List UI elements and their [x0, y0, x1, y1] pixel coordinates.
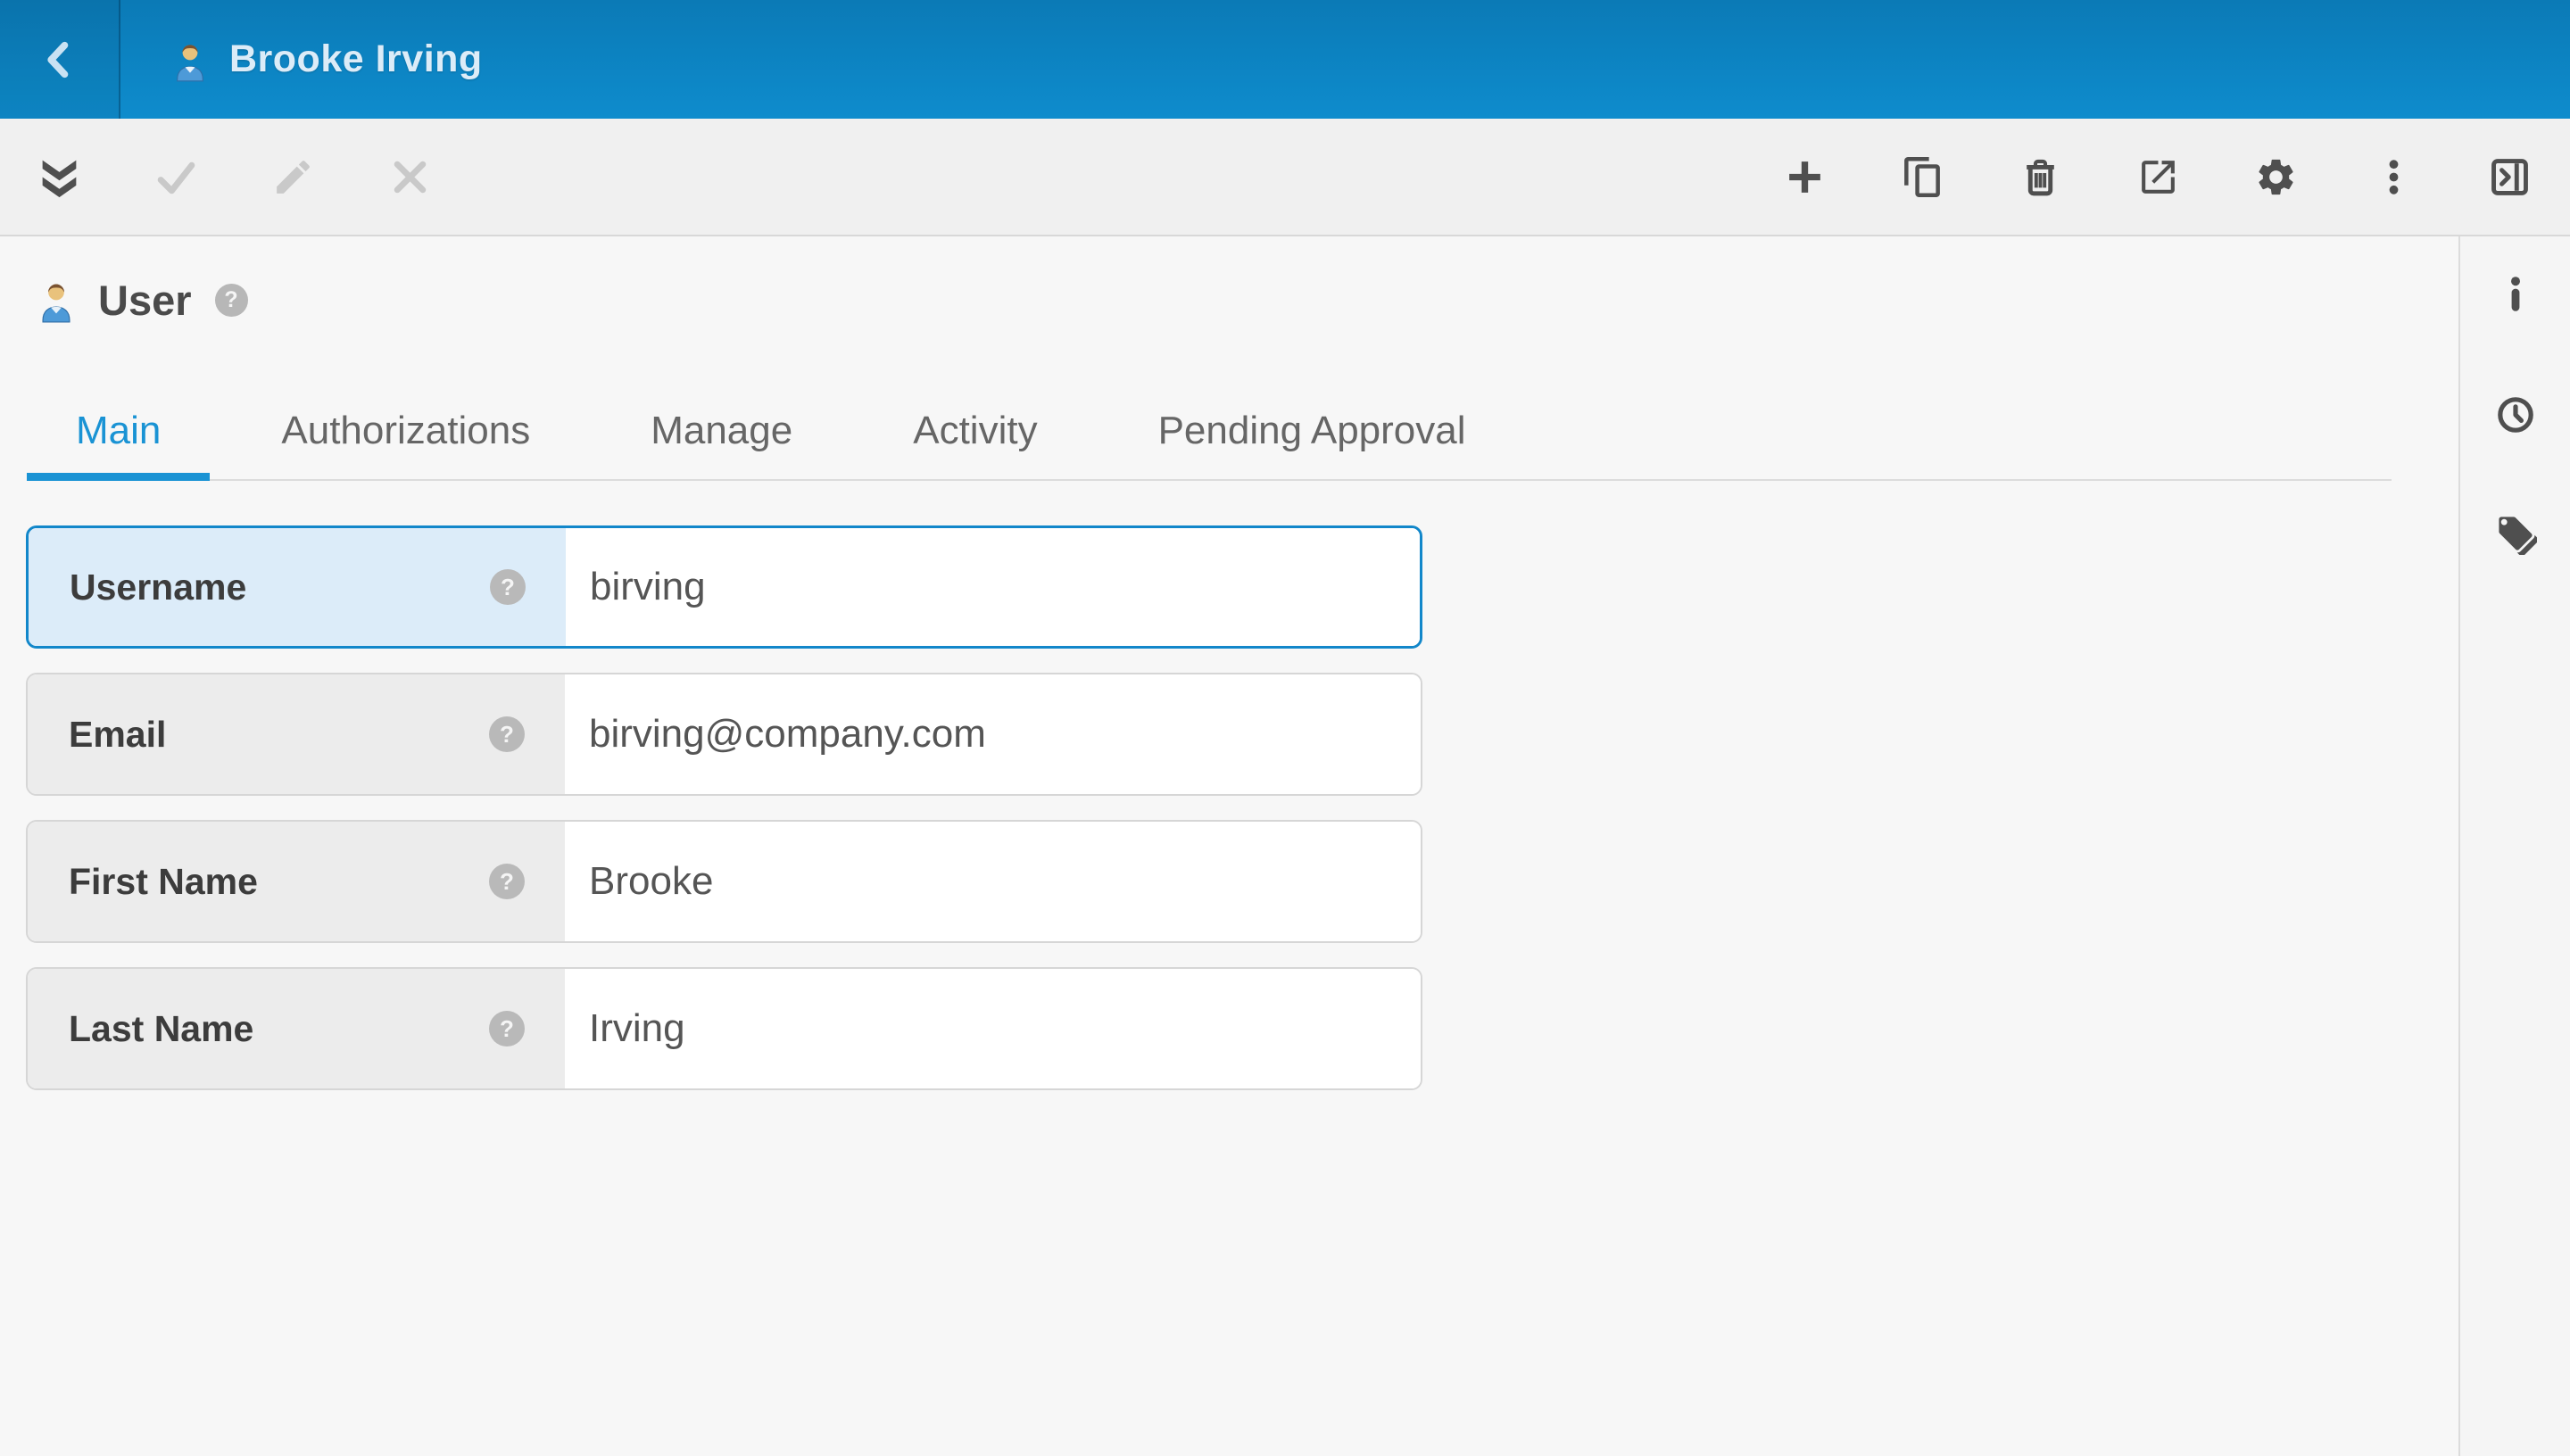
tags-icon [2494, 512, 2537, 555]
delete-button[interactable] [2013, 136, 2067, 217]
help-icon[interactable]: ? [489, 716, 525, 752]
field-label-email: Email ? [28, 674, 565, 794]
info-icon [2494, 273, 2537, 316]
save-check-button[interactable] [149, 136, 203, 217]
settings-icon [2254, 155, 2298, 199]
field-label-last-name: Last Name ? [28, 969, 565, 1088]
clock-icon [2494, 393, 2537, 436]
copy-button[interactable] [1895, 136, 1949, 217]
edit-icon [271, 155, 315, 199]
email-input[interactable] [565, 674, 1421, 795]
open-in-new-button[interactable] [2131, 136, 2184, 217]
delete-icon [2019, 155, 2062, 199]
expand-all-icon [37, 155, 81, 199]
action-toolbar [0, 119, 2570, 236]
open-in-new-icon [2136, 155, 2180, 199]
last-name-input[interactable] [565, 968, 1421, 1089]
title-bar: Brooke Irving [0, 0, 2570, 119]
add-button[interactable] [1778, 136, 1831, 217]
main-content: User ? Main Authorizations Manage Activi… [0, 236, 2457, 1456]
help-icon[interactable]: ? [490, 569, 526, 605]
field-row-email: Email ? [26, 673, 1422, 796]
cancel-button[interactable] [383, 136, 436, 217]
panel-toggle-icon [2488, 155, 2532, 199]
more-vertical-icon [2372, 155, 2416, 199]
field-label-text: Email [69, 714, 166, 756]
tab-manage[interactable]: Manage [601, 383, 841, 479]
field-row-username: Username ? [26, 525, 1422, 649]
field-label-text: Last Name [69, 1008, 253, 1050]
add-icon [1783, 155, 1827, 199]
tab-strip: Main Authorizations Manage Activity Pend… [27, 383, 2392, 481]
details-info-button[interactable] [2484, 263, 2547, 326]
user-avatar-icon [170, 37, 210, 82]
username-input[interactable] [566, 527, 1420, 647]
field-label-first-name: First Name ? [28, 822, 565, 941]
field-label-username: Username ? [29, 528, 566, 646]
help-icon[interactable]: ? [215, 284, 248, 317]
form-fields: Username ? Email ? First Name ? [26, 525, 1422, 1090]
toolbar-right-group [1778, 136, 2420, 217]
field-label-text: Username [70, 567, 246, 608]
history-button[interactable] [2484, 384, 2547, 446]
help-icon[interactable]: ? [489, 1011, 525, 1046]
user-avatar-icon [36, 277, 77, 323]
tab-main[interactable]: Main [27, 383, 210, 479]
object-header: User ? [36, 266, 2457, 334]
chevron-left-icon [37, 37, 83, 83]
page-title: Brooke Irving [229, 37, 483, 81]
edit-button[interactable] [266, 136, 319, 217]
back-button[interactable] [0, 0, 120, 119]
field-label-text: First Name [69, 861, 258, 903]
copy-icon [1901, 155, 1944, 199]
titlebar-object: Brooke Irving [170, 37, 483, 82]
help-icon[interactable]: ? [489, 864, 525, 899]
toolbar-left-group [0, 136, 436, 217]
field-value-cell [565, 674, 1421, 794]
field-value-cell [566, 528, 1420, 646]
field-row-last-name: Last Name ? [26, 967, 1422, 1090]
settings-button[interactable] [2249, 136, 2302, 217]
field-value-cell [565, 969, 1421, 1088]
utility-sidebar [2458, 236, 2570, 1456]
first-name-input[interactable] [565, 821, 1421, 942]
tab-authorizations[interactable]: Authorizations [232, 383, 579, 479]
close-icon [388, 155, 432, 199]
tab-pending-approval[interactable]: Pending Approval [1109, 383, 1515, 479]
tags-button[interactable] [2484, 502, 2547, 565]
check-icon [154, 155, 198, 199]
object-type-title: User [98, 276, 192, 325]
field-row-first-name: First Name ? [26, 820, 1422, 943]
panel-toggle-button[interactable] [2483, 136, 2536, 217]
expand-all-button[interactable] [32, 136, 86, 217]
tab-activity[interactable]: Activity [864, 383, 1086, 479]
more-menu-button[interactable] [2367, 136, 2420, 217]
field-value-cell [565, 822, 1421, 941]
